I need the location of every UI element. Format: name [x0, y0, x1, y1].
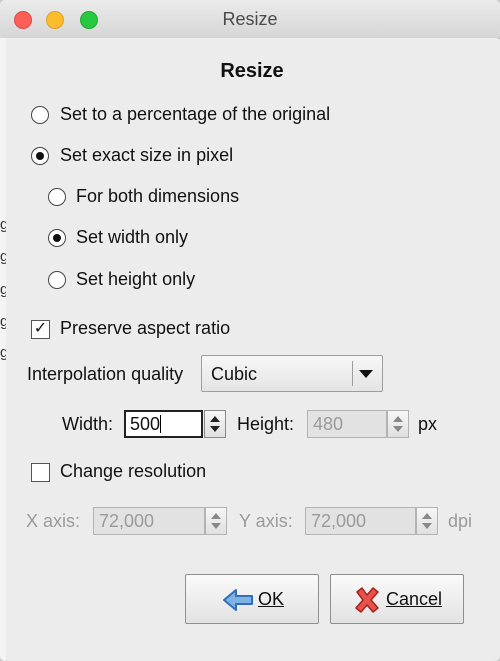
dialog-content: Resize Set to a percentage of the origin… — [6, 38, 498, 660]
option-both-dimensions-label[interactable]: For both dimensions — [76, 186, 239, 207]
stepper-up-icon[interactable] — [393, 416, 403, 422]
width-input[interactable]: 500 — [124, 410, 203, 438]
window-title: Resize — [222, 9, 278, 29]
radio-percentage[interactable] — [31, 106, 49, 124]
arrow-left-icon — [223, 589, 253, 611]
stepper-down-icon[interactable] — [211, 523, 221, 529]
stepper-down-icon[interactable] — [393, 426, 403, 432]
height-label: Height: — [237, 414, 295, 434]
preserve-aspect-label[interactable]: Preserve aspect ratio — [60, 318, 230, 339]
x-axis-stepper[interactable] — [205, 507, 227, 535]
stepper-up-icon[interactable] — [210, 416, 220, 422]
ok-button[interactable]: OK — [185, 574, 319, 624]
option-exact-pixel-label[interactable]: Set exact size in pixel — [60, 145, 233, 166]
height-input[interactable]: 480 — [307, 410, 387, 438]
ok-button-label: OK — [258, 589, 285, 609]
width-stepper[interactable] — [204, 410, 226, 438]
width-value: 500 — [130, 414, 161, 434]
x-axis-input[interactable]: 72,000 — [93, 507, 205, 535]
dialog-heading: Resize — [220, 60, 284, 82]
width-label: Width: — [62, 414, 114, 434]
text-caret — [160, 415, 162, 433]
option-percentage-label[interactable]: Set to a percentage of the original — [60, 104, 330, 125]
resize-dialog-window: Resize g g g g g Resize Set to a percent… — [0, 0, 500, 661]
height-stepper[interactable] — [387, 410, 409, 438]
title-bar: Resize — [0, 0, 500, 39]
stepper-up-icon[interactable] — [211, 513, 221, 519]
option-height-only-label[interactable]: Set height only — [76, 269, 195, 290]
radio-both-dimensions[interactable] — [48, 188, 66, 206]
interpolation-label: Interpolation quality — [27, 364, 184, 384]
x-axis-label: X axis: — [26, 511, 81, 531]
chevron-down-icon[interactable] — [359, 370, 373, 378]
radio-height-only[interactable] — [48, 271, 66, 289]
preserve-aspect-checkbox[interactable]: ✓ — [31, 320, 50, 339]
size-unit-label: px — [418, 414, 438, 434]
interpolation-value: Cubic — [211, 364, 258, 384]
change-resolution-label[interactable]: Change resolution — [60, 461, 206, 482]
radio-exact-pixel[interactable] — [31, 147, 49, 165]
radio-width-only[interactable] — [48, 229, 66, 247]
combo-separator — [352, 361, 353, 386]
cancel-button[interactable]: Cancel — [330, 574, 464, 624]
red-x-icon — [355, 587, 379, 613]
stepper-down-icon[interactable] — [422, 523, 432, 529]
y-axis-label: Y axis: — [239, 511, 293, 531]
stepper-up-icon[interactable] — [422, 513, 432, 519]
cancel-button-label: Cancel — [386, 589, 443, 609]
stepper-down-icon[interactable] — [210, 426, 220, 432]
change-resolution-checkbox[interactable] — [31, 463, 50, 482]
y-axis-stepper[interactable] — [416, 507, 438, 535]
interpolation-select[interactable]: Cubic — [201, 355, 383, 392]
y-axis-input[interactable]: 72,000 — [305, 507, 416, 535]
resolution-unit-label: dpi — [448, 511, 473, 531]
option-width-only-label[interactable]: Set width only — [76, 227, 188, 248]
